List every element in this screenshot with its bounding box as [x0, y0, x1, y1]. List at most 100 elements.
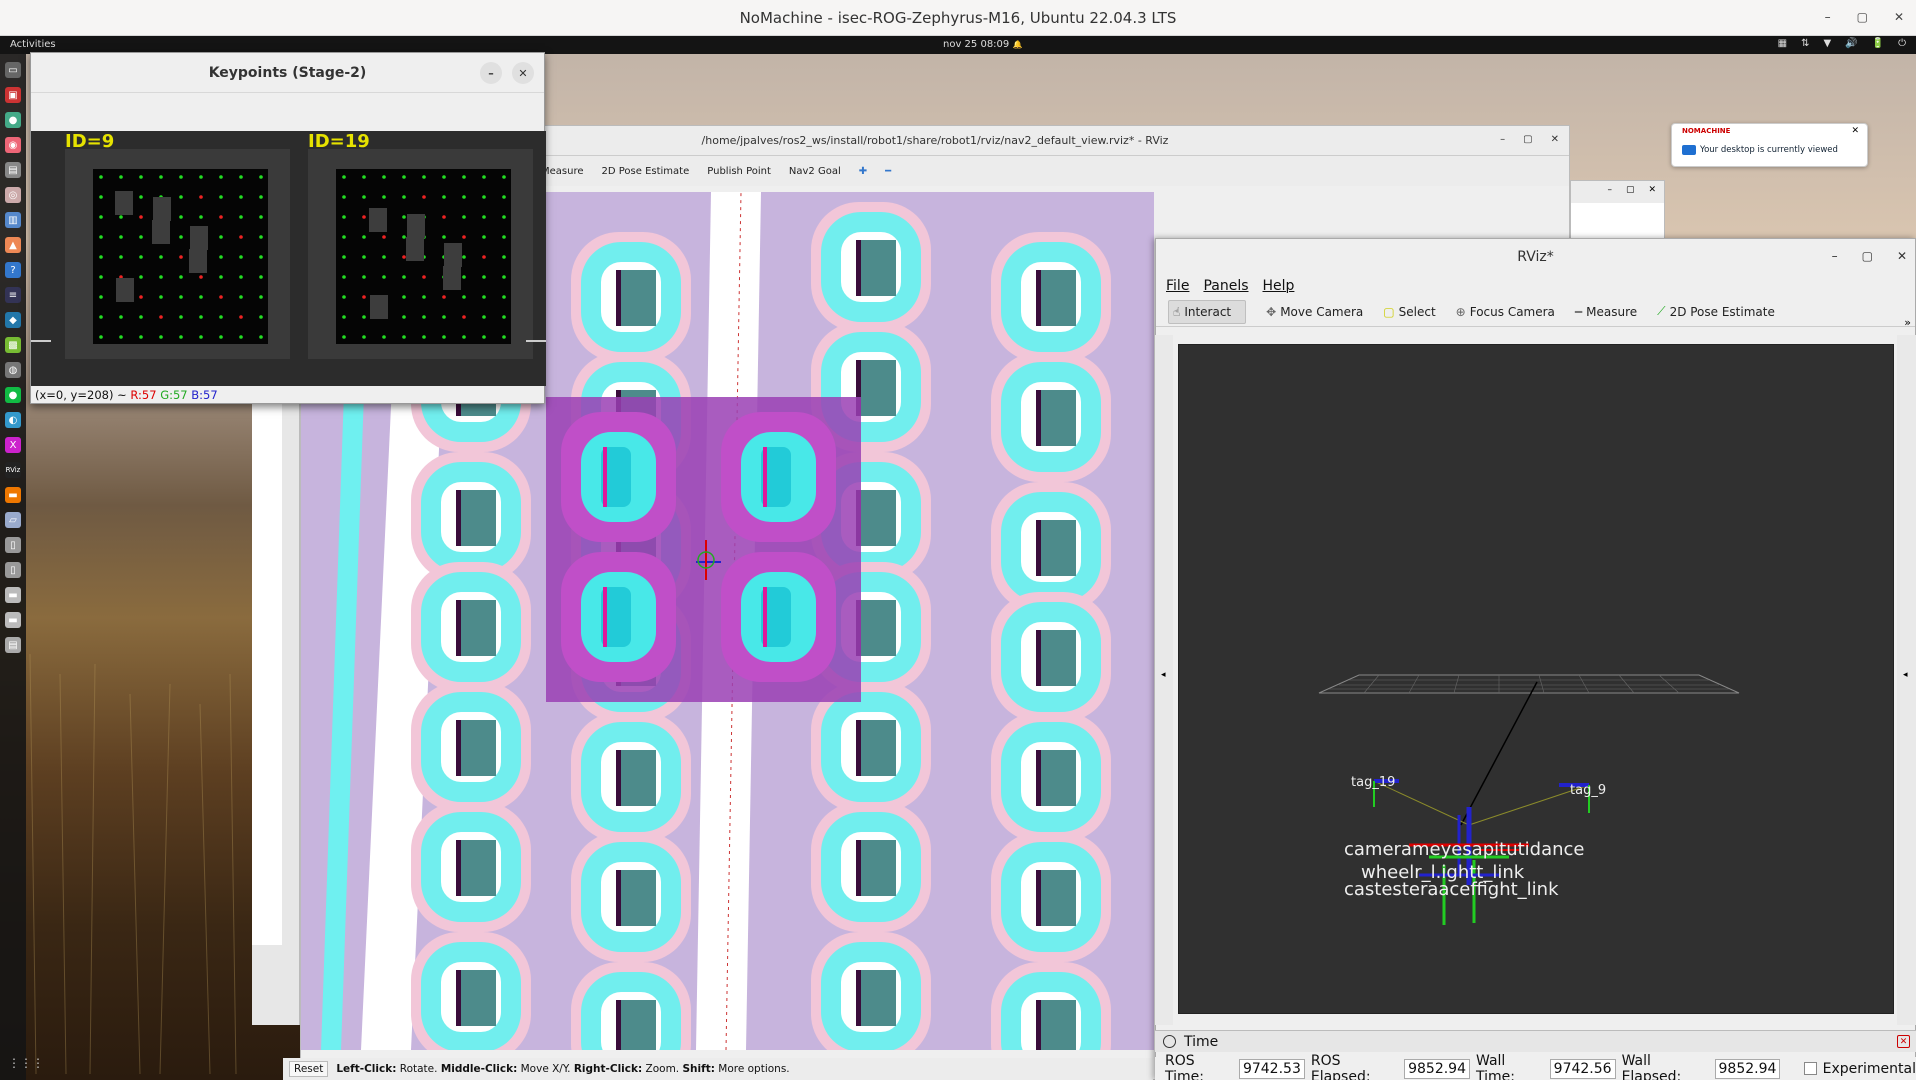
dock-app-icon[interactable]: ≡ — [5, 287, 21, 303]
bg-maximize-button[interactable]: ▢ — [1626, 185, 1635, 199]
tray-icon[interactable]: ⏻ — [1898, 38, 1906, 49]
dock-app-icon[interactable]: ▱ — [5, 512, 21, 528]
rviz-main-tool[interactable]: ━ — [885, 166, 891, 177]
dock-app-icon[interactable]: ◐ — [5, 412, 21, 428]
rviz-front-minimize-button[interactable]: – — [1832, 249, 1838, 263]
tool-label: Move Camera — [1280, 304, 1364, 319]
tray-icon[interactable]: 🔊 — [1845, 38, 1857, 49]
keypoints-window[interactable]: Keypoints (Stage-2) – ✕ ID=9 ID=19 (x=0, … — [30, 52, 546, 404]
dock-app-icon[interactable]: ◍ — [5, 362, 21, 378]
tool-2d-pose-estimate[interactable]: ⟋ 2D Pose Estimate — [1657, 304, 1775, 319]
dock-app-icon[interactable]: ◆ — [5, 312, 21, 328]
dock-app-icon[interactable]: ● — [5, 387, 21, 403]
time-panel-row: ROS Time: 9742.53 ROS Elapsed: 9852.94 W… — [1155, 1053, 1916, 1080]
pixel-g: G:57 — [160, 388, 188, 402]
tool-measure[interactable]: ━ Measure — [1575, 305, 1637, 319]
nomachine-close-button[interactable]: ✕ — [1894, 10, 1904, 24]
status-desc: Zoom. — [642, 1063, 683, 1075]
tool-label: Interact — [1184, 304, 1232, 319]
show-apps-icon[interactable]: ⋮⋮⋮ — [8, 1056, 44, 1070]
tool-label: Measure — [1586, 304, 1638, 319]
menu-help[interactable]: Help — [1263, 278, 1295, 294]
dock-app-icon[interactable]: ▭ — [5, 62, 21, 78]
dock-app-icon[interactable]: X — [5, 437, 21, 453]
dock-app-icon[interactable]: RViz — [5, 462, 21, 478]
dock-app-icon[interactable]: ▬ — [5, 487, 21, 503]
dock-app-icon[interactable]: ▬ — [5, 587, 21, 603]
dock-app-icon[interactable]: ▯ — [5, 537, 21, 553]
system-tray[interactable]: ▦ ⇅ ▼ 🔊 🔋 ⏻ — [1778, 38, 1906, 49]
dock-app-icon[interactable]: ▤ — [5, 637, 21, 653]
ros-time-field[interactable]: 9742.53 — [1238, 1058, 1305, 1079]
tool-label: 2D Pose Estimate — [1669, 304, 1775, 319]
rviz-main-tool[interactable]: Publish Point — [707, 166, 771, 177]
status-key: Left-Click: — [336, 1063, 397, 1075]
keypoints-minimize-button[interactable]: – — [480, 62, 502, 84]
rviz-main-tool[interactable]: Measure — [541, 166, 584, 177]
keypoints-close-button[interactable]: ✕ — [512, 62, 534, 84]
status-desc: More options. — [714, 1063, 790, 1075]
rviz-main-minimize-button[interactable]: – — [1500, 134, 1505, 145]
rviz-front-close-button[interactable]: ✕ — [1897, 249, 1907, 263]
rviz-main-tool[interactable]: Nav2 Goal — [789, 166, 841, 177]
dock-app-icon[interactable]: ? — [5, 262, 21, 278]
tray-icon[interactable]: ▼ — [1823, 38, 1831, 49]
dock-app-icon[interactable]: ▲ — [5, 237, 21, 253]
keypoints-title: Keypoints (Stage-2) — [208, 64, 367, 81]
tool-icon: ━ — [1574, 304, 1583, 319]
rviz-right-dock-collapsed[interactable]: ◂ — [1897, 335, 1916, 1025]
rviz-main-tool[interactable]: ✚ — [859, 166, 867, 177]
tag19-label: tag_19 — [1351, 775, 1396, 790]
activities-button[interactable]: Activities — [10, 39, 56, 50]
wall-elapsed-field[interactable]: 9852.94 — [1714, 1058, 1781, 1079]
nomachine-notification[interactable]: NOMACHINE ✕ Your desktop is currently vi… — [1671, 123, 1868, 167]
time-panel-header: Time ✕ — [1155, 1030, 1916, 1052]
clock-text: nov 25 08:09 — [943, 39, 1010, 50]
tool-focus-camera[interactable]: ⊕ Focus Camera — [1456, 305, 1555, 319]
dock-app-icon[interactable]: ◎ — [5, 187, 21, 203]
tool-icon: ▢ — [1383, 304, 1395, 319]
toolbar-overflow-button[interactable]: » — [1904, 316, 1911, 329]
dock-app-icon[interactable]: ▩ — [5, 337, 21, 353]
time-panel-close-button[interactable]: ✕ — [1897, 1035, 1910, 1048]
rviz-front-maximize-button[interactable]: ▢ — [1862, 249, 1873, 263]
notification-message: Your desktop is currently viewed — [1700, 145, 1838, 155]
notification-close-button[interactable]: ✕ — [1851, 126, 1859, 136]
wall-time-field[interactable]: 9742.56 — [1549, 1058, 1616, 1079]
menu-panels[interactable]: Panels — [1203, 278, 1248, 294]
tool-move-camera[interactable]: ✥ Move Camera — [1266, 305, 1363, 319]
pixel-r: R:57 — [130, 388, 157, 402]
rviz-main-close-button[interactable]: ✕ — [1551, 134, 1559, 145]
background-window[interactable]: – ▢ ✕ — [1570, 180, 1665, 240]
nomachine-minimize-button[interactable]: – — [1825, 10, 1831, 24]
tray-icon[interactable]: ▦ — [1778, 38, 1787, 49]
dock-app-icon[interactable]: ▬ — [5, 612, 21, 628]
dock-app-icon[interactable]: ▤ — [5, 162, 21, 178]
rviz-left-dock-collapsed[interactable]: ◂ — [1155, 335, 1173, 1025]
clock[interactable]: nov 25 08:09 🔔 — [943, 39, 1022, 50]
reset-button[interactable]: Reset — [289, 1061, 329, 1077]
bg-close-button[interactable]: ✕ — [1648, 185, 1656, 199]
tool-interact[interactable]: ☝ Interact — [1168, 299, 1247, 324]
rviz-main-panel-area — [252, 345, 282, 945]
tool-select[interactable]: ▢ Select — [1383, 305, 1435, 319]
tray-icon[interactable]: ⇅ — [1801, 38, 1809, 49]
experimental-checkbox[interactable] — [1804, 1062, 1817, 1075]
ros-elapsed-field[interactable]: 9852.94 — [1404, 1058, 1470, 1079]
tray-icon[interactable]: 🔋 — [1872, 38, 1884, 49]
keypoints-image[interactable]: ID=9 ID=19 — [31, 131, 546, 386]
svg-text:ID=9: ID=9 — [65, 131, 114, 152]
rviz-main-tool[interactable]: 2D Pose Estimate — [602, 166, 690, 177]
menu-file[interactable]: File — [1166, 278, 1189, 294]
dock-app-icon[interactable]: ◉ — [5, 137, 21, 153]
rviz-main-maximize-button[interactable]: ▢ — [1523, 134, 1532, 145]
rviz-main-title: /home/jpalves/ros2_ws/install/robot1/sha… — [701, 134, 1169, 147]
dock-app-icon[interactable]: ▥ — [5, 212, 21, 228]
dock-app-icon[interactable]: ● — [5, 112, 21, 128]
status-key: Shift: — [682, 1063, 715, 1075]
nomachine-maximize-button[interactable]: ▢ — [1857, 10, 1868, 24]
rviz-3d-view[interactable]: tag_19 tag_9 camerameyesapitutidance whe… — [1178, 344, 1894, 1014]
bg-minimize-button[interactable]: – — [1607, 185, 1612, 199]
dock-app-icon[interactable]: ▣ — [5, 87, 21, 103]
dock-app-icon[interactable]: ▯ — [5, 562, 21, 578]
